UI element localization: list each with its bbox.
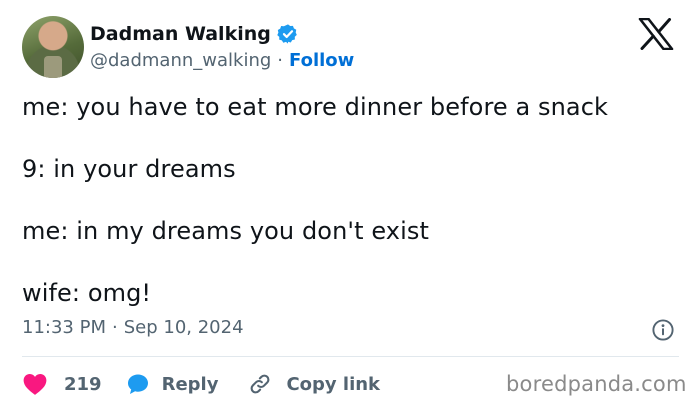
avatar[interactable] [22, 16, 84, 78]
avatar-detail [44, 56, 62, 78]
tweet-text-line: 9: in your dreams [22, 155, 236, 183]
like-button[interactable]: 219 [22, 372, 102, 396]
heart-icon [22, 372, 48, 396]
x-logo-icon[interactable] [638, 17, 674, 51]
follow-button[interactable]: Follow [289, 50, 354, 71]
divider [22, 356, 679, 357]
author-name-row: Dadman Walking [90, 21, 299, 47]
reply-button[interactable]: Reply [126, 372, 219, 396]
watermark: boredpanda.com [506, 372, 687, 396]
like-count: 219 [64, 373, 102, 395]
copy-link-label: Copy link [286, 373, 381, 395]
author-handle-row: @dadmann_walking · Follow [90, 48, 354, 72]
info-icon[interactable] [652, 319, 674, 341]
link-icon [248, 372, 272, 396]
tweet-text-line: me: you have to eat more dinner before a… [22, 93, 609, 121]
reply-bubble-icon [126, 372, 150, 396]
verified-badge-icon [277, 23, 299, 45]
tweet-text-line: me: in my dreams you don't exist [22, 217, 429, 245]
tweet-date: Sep 10, 2024 [123, 317, 244, 338]
tweet-card: Dadman Walking @dadmann_walking · Follow… [0, 0, 700, 410]
action-bar: 219 Reply Copy link [22, 370, 380, 398]
reply-label: Reply [161, 373, 219, 395]
tweet-timestamp[interactable]: 11:33 PM · Sep 10, 2024 [22, 317, 244, 338]
author-handle[interactable]: @dadmann_walking [90, 50, 271, 71]
copy-link-button[interactable]: Copy link [248, 372, 380, 396]
tweet-text-line: wife: omg! [22, 279, 152, 307]
separator-dot: · [277, 49, 284, 71]
tweet-time: 11:33 PM [22, 317, 106, 338]
separator-dot: · [111, 317, 118, 338]
author-display-name[interactable]: Dadman Walking [90, 23, 271, 45]
